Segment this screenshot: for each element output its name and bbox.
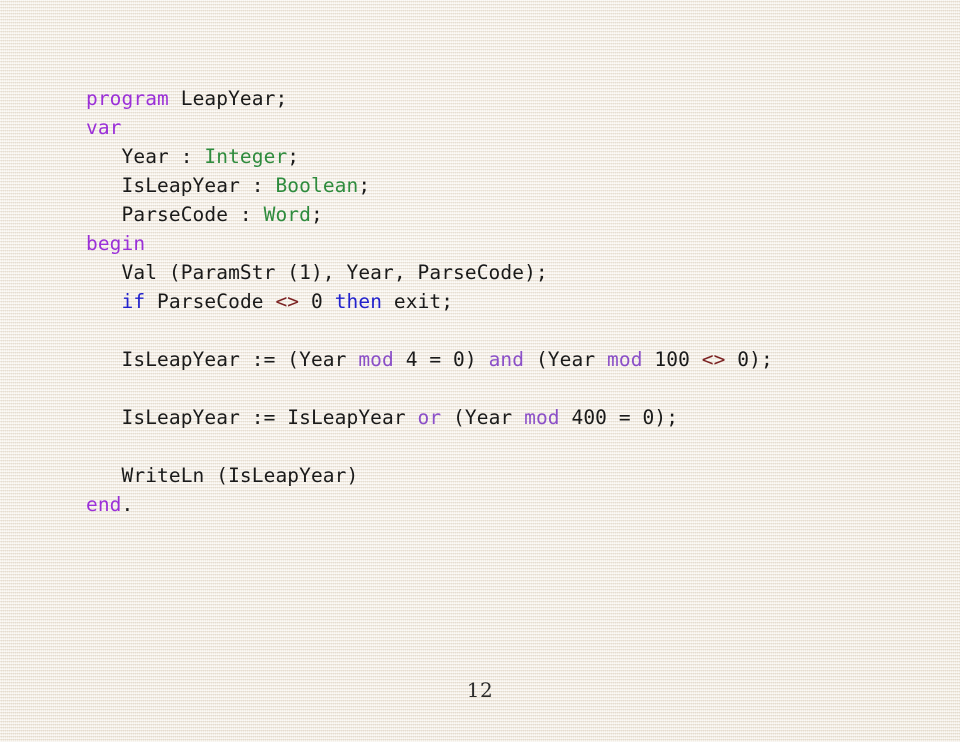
code-line: ParseCode : Word; xyxy=(86,200,773,229)
code-token-keyword: begin xyxy=(86,232,146,255)
code-token-operator: mod xyxy=(358,348,394,371)
code-line: WriteLn (IsLeapYear) xyxy=(86,461,773,490)
code-token-plain: ; xyxy=(358,174,371,197)
code-token-plain: (Year xyxy=(524,348,608,371)
code-token-plain: ; xyxy=(287,145,300,168)
code-token-plain: ParseCode : xyxy=(86,203,264,226)
code-token-plain: 0); xyxy=(725,348,773,371)
code-token-plain: ; xyxy=(310,203,323,226)
code-token-keyword: var xyxy=(86,116,122,139)
code-token-operator: mod xyxy=(607,348,643,371)
code-line: program LeapYear; xyxy=(86,84,773,113)
code-token-type: Integer xyxy=(204,145,288,168)
code-token-control: if xyxy=(121,290,146,313)
code-token-keyword: end xyxy=(86,493,122,516)
page-number: 12 xyxy=(466,678,494,702)
code-line: begin xyxy=(86,229,773,258)
code-token-plain: exit; xyxy=(382,290,454,313)
code-token-plain: ParseCode xyxy=(145,290,276,313)
code-token-plain: IsLeapYear : xyxy=(86,174,276,197)
code-token-plain: LeapYear; xyxy=(168,87,288,110)
code-token-plain: IsLeapYear := (Year xyxy=(86,348,359,371)
code-line: end. xyxy=(86,490,773,519)
code-token-type: Word xyxy=(263,203,311,226)
code-token-plain: Val (ParamStr (1), Year, ParseCode); xyxy=(86,261,548,284)
code-token-operator: or xyxy=(417,406,442,429)
code-token-plain: 100 xyxy=(642,348,702,371)
code-line: IsLeapYear := (Year mod 4 = 0) and (Year… xyxy=(86,345,773,374)
code-token-plain: 400 = 0); xyxy=(559,406,679,429)
code-token-keyword: program xyxy=(86,87,169,110)
code-token-control: then xyxy=(334,290,383,313)
code-token-relational: <> xyxy=(275,290,300,313)
code-line: var xyxy=(86,113,773,142)
code-token-plain: (Year xyxy=(441,406,525,429)
code-line: if ParseCode <> 0 then exit; xyxy=(86,287,773,316)
code-token-plain: Year : xyxy=(86,145,205,168)
code-token-type: Boolean xyxy=(275,174,359,197)
code-line: IsLeapYear : Boolean; xyxy=(86,171,773,200)
code-token-plain: . xyxy=(121,493,134,516)
code-token-plain: 0 xyxy=(299,290,335,313)
code-token-plain: 4 = 0) xyxy=(393,348,489,371)
slide-canvas: program LeapYear; var Year : Integer; Is… xyxy=(0,0,960,742)
code-line: Year : Integer; xyxy=(86,142,773,171)
code-token-plain: WriteLn (IsLeapYear) xyxy=(86,464,359,487)
pascal-code-listing: program LeapYear; var Year : Integer; Is… xyxy=(86,84,773,519)
code-line: Val (ParamStr (1), Year, ParseCode); xyxy=(86,258,773,287)
code-line: IsLeapYear := IsLeapYear or (Year mod 40… xyxy=(86,403,773,432)
code-token-plain: IsLeapYear := IsLeapYear xyxy=(86,406,418,429)
code-token-operator: and xyxy=(488,348,525,371)
code-token-relational: <> xyxy=(701,348,726,371)
code-token-operator: mod xyxy=(524,406,560,429)
